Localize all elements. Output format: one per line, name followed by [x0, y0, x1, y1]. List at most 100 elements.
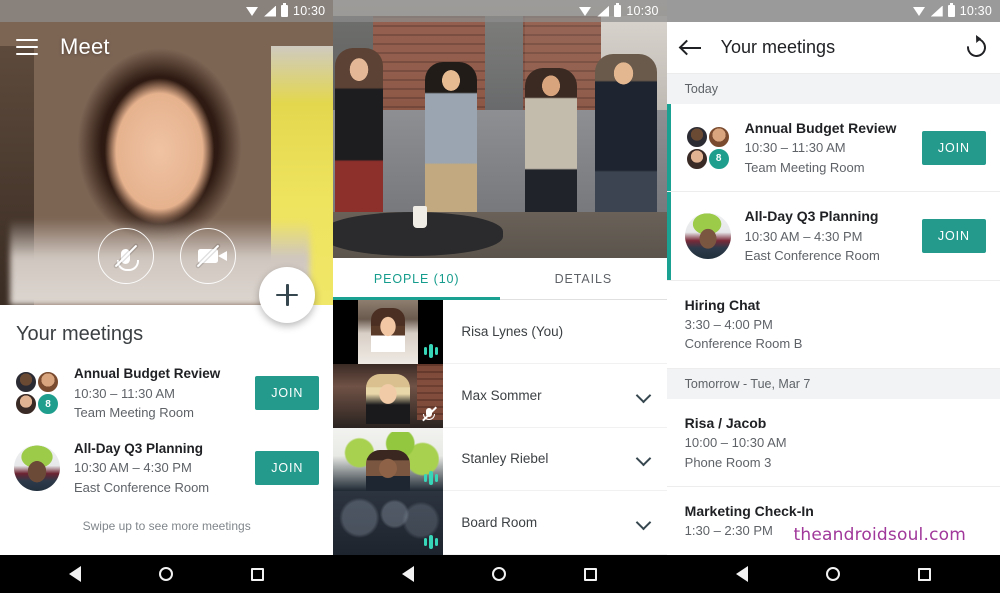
page-title: Meet: [60, 34, 110, 59]
room-person: [525, 68, 578, 230]
three-phone-screenshots: 10:30 Meet Your meetings 8 Annual Budget…: [0, 0, 1000, 593]
app-bar: Your meetings: [666, 22, 1000, 74]
join-button[interactable]: JOIN: [921, 130, 986, 165]
back-arrow-icon[interactable]: [680, 40, 701, 56]
meeting-title: Risa / Jacob: [684, 414, 767, 431]
join-button[interactable]: JOIN: [255, 376, 320, 411]
new-meeting-fab[interactable]: [259, 267, 316, 323]
refresh-icon[interactable]: [963, 34, 990, 61]
meeting-room: Conference Room B: [684, 336, 803, 352]
avatar: [14, 370, 38, 395]
battery-icon: [947, 3, 955, 17]
audio-level-icon: [423, 535, 439, 549]
list-item[interactable]: Risa / Jacob 10:00 – 10:30 AM Phone Room…: [666, 399, 1000, 488]
list-item[interactable]: All-Day Q3 Planning 10:30 AM – 4:30 PM E…: [666, 192, 1000, 281]
participant-names: Risa Lynes (You) Max Sommer Stanley Rieb…: [443, 300, 667, 555]
list-item[interactable]: Stanley Riebel: [443, 428, 667, 492]
avatar: [14, 444, 60, 491]
back-icon[interactable]: [402, 566, 415, 582]
list-item[interactable]: Hiring Chat 3:30 – 4:00 PM Conference Ro…: [666, 281, 1000, 369]
status-bar: 10:30: [0, 0, 334, 22]
avatar: [14, 392, 38, 417]
meeting-title: Hiring Chat: [684, 296, 761, 313]
list-item[interactable]: 8 Annual Budget Review 10:30 – 11:30 AM …: [666, 104, 1000, 193]
home-icon[interactable]: [159, 567, 174, 581]
room-person: [425, 62, 478, 230]
participant-video-thumbnail[interactable]: [333, 427, 444, 492]
meeting-time: 10:30 – 11:30 AM: [744, 140, 846, 156]
meeting-time: 10:00 – 10:30 AM: [684, 435, 787, 451]
camera-off-button[interactable]: [179, 228, 236, 284]
signal-icon: [597, 5, 610, 17]
avatar-stack: 8: [684, 124, 731, 171]
join-button[interactable]: JOIN: [255, 450, 320, 485]
chevron-down-icon[interactable]: [635, 387, 651, 403]
phone-screen-your-meetings: 10:30 Your meetings Today 8 Annual Budge…: [666, 0, 1000, 593]
swipe-hint: Swipe up to see more meetings: [82, 519, 251, 534]
phone-screen-meet-home: 10:30 Meet Your meetings 8 Annual Budget…: [0, 0, 334, 593]
home-icon[interactable]: [492, 567, 507, 581]
participant-video-thumbnail[interactable]: [333, 300, 444, 364]
avatar-overflow-count: 8: [706, 146, 731, 171]
avatar: [36, 370, 60, 395]
mic-off-button[interactable]: [97, 228, 154, 284]
back-icon[interactable]: [735, 566, 748, 582]
room-person: [335, 48, 384, 228]
meeting-details: All-Day Q3 Planning 10:30 AM – 4:30 PM E…: [74, 439, 241, 498]
participant-video-thumbnail[interactable]: [333, 491, 444, 555]
thumbnail-face: [366, 449, 411, 492]
recents-icon[interactable]: [584, 567, 598, 581]
avatar: [684, 212, 731, 259]
android-nav-bar: [0, 555, 334, 593]
meeting-time: 10:30 AM – 4:30 PM: [74, 460, 192, 476]
participants-list: Risa Lynes (You) Max Sommer Stanley Rieb…: [333, 300, 667, 555]
home-icon[interactable]: [825, 567, 840, 581]
tab-bar: PEOPLE (10) DETAILS: [333, 258, 667, 300]
meeting-details: Annual Budget Review 10:30 – 11:30 AM Te…: [745, 118, 908, 177]
app-bar: Meet: [0, 22, 333, 72]
recents-icon[interactable]: [917, 567, 931, 581]
avatar: [706, 124, 731, 149]
coffee-cup: [413, 206, 428, 228]
status-bar-time: 10:30: [626, 4, 659, 18]
meeting-title: All-Day Q3 Planning: [744, 208, 879, 225]
avatar: [684, 146, 709, 171]
meeting-title: Marketing Check-In: [684, 503, 814, 520]
meetings-list: Today 8 Annual Budget Review 10:30 – 11:…: [666, 74, 1000, 555]
meeting-time: 10:30 – 11:30 AM: [74, 385, 175, 401]
android-nav-bar: [666, 555, 1000, 593]
wifi-icon: [912, 6, 926, 17]
avatar: [684, 124, 709, 149]
list-item[interactable]: Risa Lynes (You): [443, 300, 667, 364]
section-header-today: Today: [666, 74, 1000, 104]
wifi-icon: [246, 6, 259, 17]
list-item[interactable]: Max Sommer: [443, 364, 667, 428]
android-nav-bar: [333, 555, 667, 593]
participant-thumbnails: [333, 300, 444, 555]
room-person: [595, 54, 658, 230]
chevron-down-icon[interactable]: [635, 514, 651, 531]
join-button[interactable]: JOIN: [921, 218, 986, 253]
meeting-title: Annual Budget Review: [74, 366, 221, 381]
phone-screen-meeting-people: 10:30 PEOPLE (10) DETAILS Risa Lynes (Yo…: [333, 0, 667, 593]
meeting-room-video: [333, 0, 667, 258]
participant-name: Risa Lynes (You): [461, 323, 564, 339]
participant-name: Stanley Riebel: [461, 451, 549, 467]
recents-icon[interactable]: [251, 567, 265, 581]
status-bar-time: 10:30: [959, 4, 992, 18]
tab-details[interactable]: DETAILS: [500, 258, 667, 299]
audio-level-icon: [423, 471, 439, 486]
signal-icon: [264, 5, 277, 17]
list-item[interactable]: 8 Annual Budget Review 10:30 – 11:30 AM …: [0, 356, 333, 431]
tab-people[interactable]: PEOPLE (10): [333, 258, 500, 300]
meeting-details: Risa / Jacob 10:00 – 10:30 AM Phone Room…: [685, 413, 986, 472]
meeting-details: Hiring Chat 3:30 – 4:00 PM Conference Ro…: [685, 295, 986, 354]
list-item[interactable]: All-Day Q3 Planning 10:30 AM – 4:30 PM E…: [0, 431, 333, 506]
hamburger-menu-icon[interactable]: [16, 39, 38, 55]
back-icon[interactable]: [69, 566, 82, 582]
chevron-down-icon[interactable]: [635, 451, 651, 467]
participant-video-thumbnail[interactable]: [333, 363, 444, 428]
status-bar-time: 10:30: [293, 4, 326, 18]
list-item[interactable]: Board Room: [443, 491, 667, 555]
meeting-room: Team Meeting Room: [74, 405, 194, 421]
